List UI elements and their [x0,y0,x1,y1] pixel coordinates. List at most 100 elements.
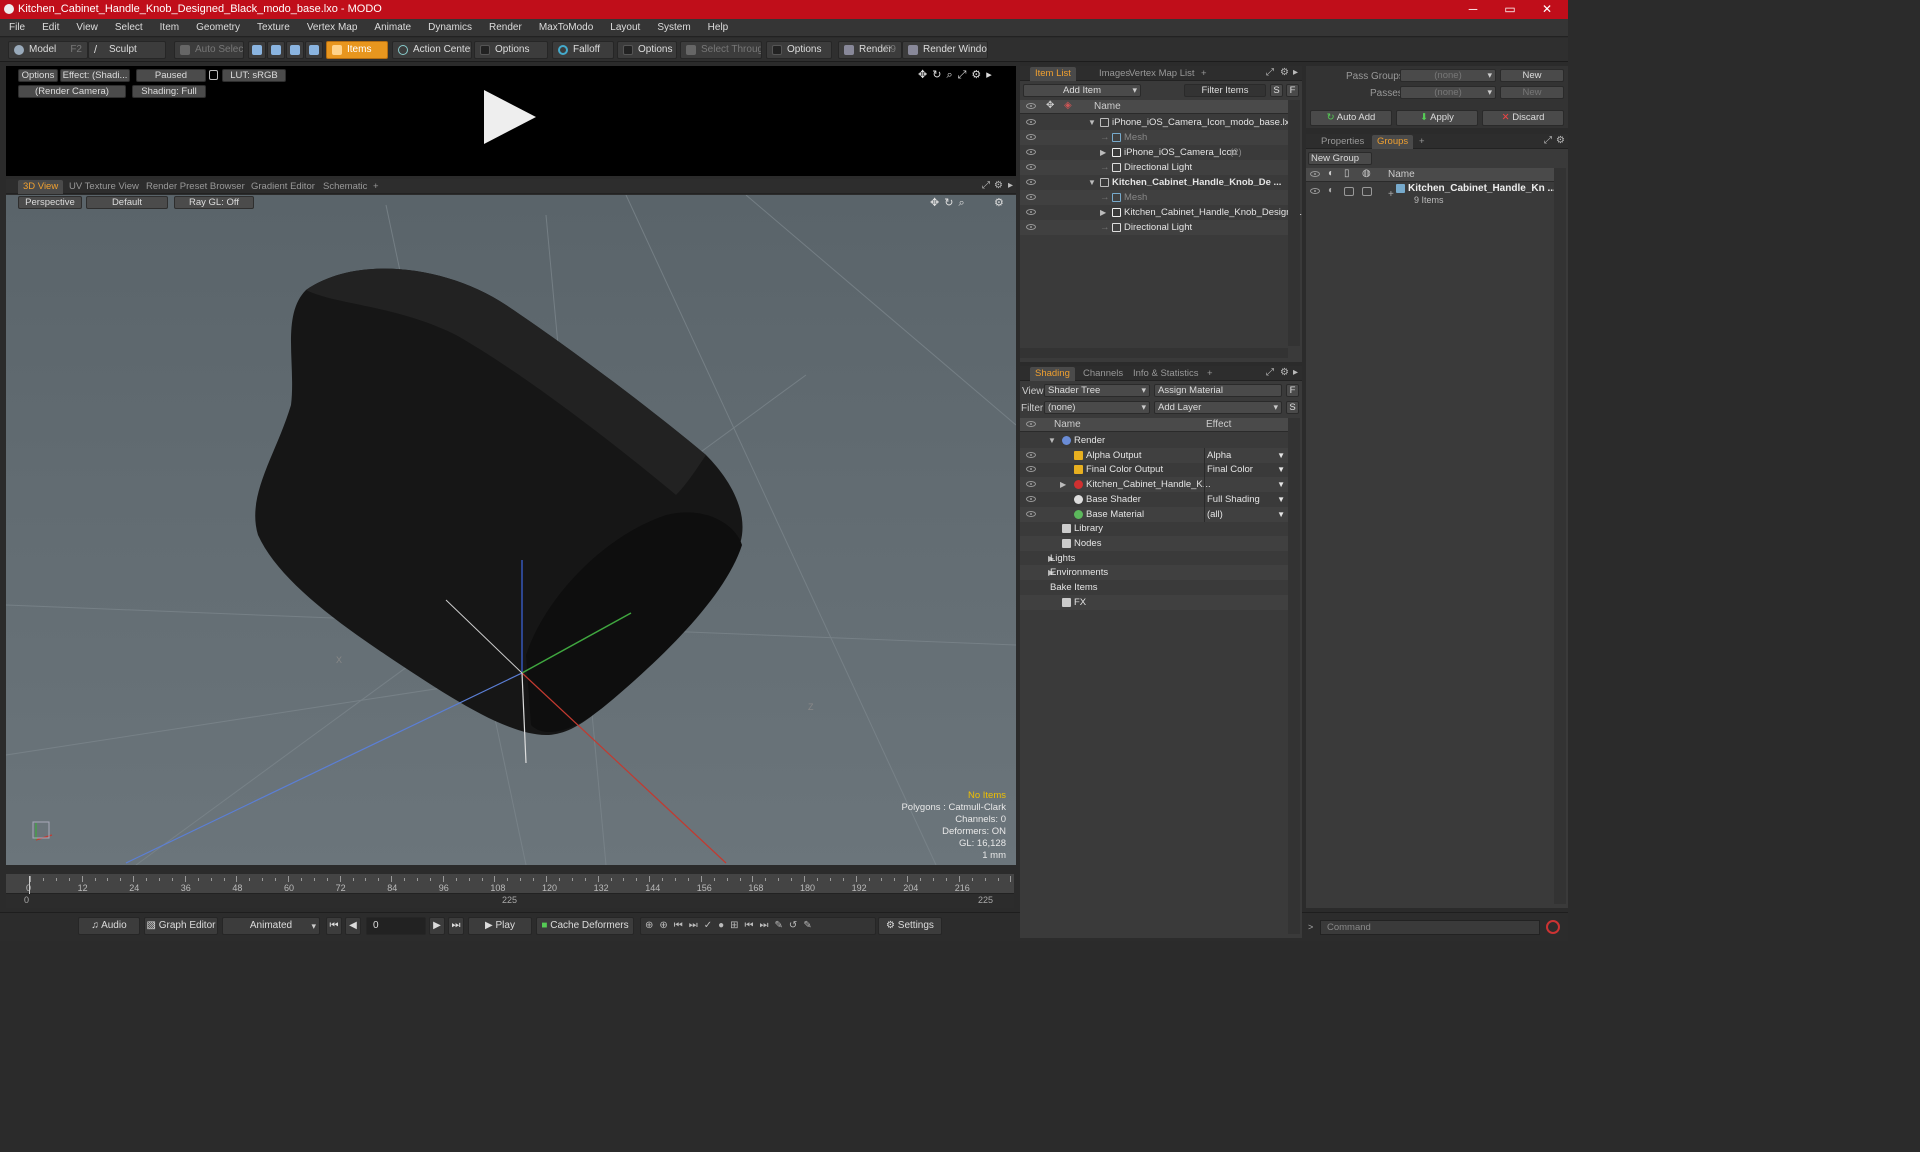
gear-icon[interactable]: ⚙ [994,180,1003,191]
eye-icon[interactable] [1026,481,1036,488]
tree-row[interactable]: → Mesh [1020,130,1288,145]
new-pass-button[interactable]: New [1500,86,1564,99]
tab-shading[interactable]: Shading [1030,367,1075,381]
sculpt-mode-button[interactable]: / Sculpt [88,41,166,59]
menu-animate[interactable]: Animate [365,19,419,37]
action-center-button[interactable]: Action Center [392,41,472,59]
eye-icon[interactable] [1310,188,1320,194]
expand-arrow-icon[interactable]: ▶ [1100,145,1106,160]
auto-select-button[interactable]: Auto Select [174,41,244,59]
eye-icon[interactable] [1026,495,1036,502]
shader-row[interactable]: Nodes [1020,535,1288,551]
shader-tree[interactable]: ▼ Render Alpha Output Alpha ▼ Final Color Out… [1020,433,1288,933]
panel-menu-icon[interactable]: ▸ [1293,67,1298,78]
polygons-mode-button[interactable] [286,41,304,59]
auto-add-button[interactable]: ↻ Auto Add [1310,110,1392,126]
shader-row[interactable]: Base Material (all) ▼ [1020,506,1288,522]
lock-toggle-icon[interactable] [1344,187,1354,196]
effect-dropdown[interactable]: Alpha ▼ [1204,447,1288,463]
effect-dropdown[interactable]: (all) ▼ [1204,506,1288,522]
eye-icon[interactable] [1026,224,1036,230]
graph-editor-button[interactable]: ▧ Graph Editor [144,917,218,935]
maximize-panel-icon[interactable]: ⤢ [1544,135,1552,146]
tree-row[interactable]: → Directional Light [1020,220,1288,235]
key-controls[interactable]: ⊕⊕⏮⏭✓●⊞⏮⏭✎↺✎ [640,917,876,935]
preview-shading-dropdown[interactable]: Shading: Full [132,85,206,98]
raygl-dropdown[interactable]: Ray GL: Off [174,196,254,209]
preview-paused-button[interactable]: Paused [136,69,206,82]
add-tab-button[interactable]: + [1202,367,1218,381]
tab-info-statistics[interactable]: Info & Statistics [1128,367,1203,381]
discard-button[interactable]: ✕ Discard [1482,110,1564,126]
shader-row[interactable]: Base Shader Full Shading ▼ [1020,491,1288,507]
tree-row[interactable]: ▶ iPhone_iOS_Camera_Icon (2) [1020,145,1288,160]
effect-dropdown[interactable]: ▼ [1204,477,1288,493]
rotate-view-icon[interactable]: ↻ [932,69,946,81]
passes-dropdown[interactable]: (none) [1400,86,1496,99]
preview-camera-dropdown[interactable]: (Render Camera) [18,85,126,98]
shading-f-button[interactable]: F [1286,384,1299,397]
expand-arrow-icon[interactable]: ▶ [1060,477,1066,492]
perspective-dropdown[interactable]: Perspective [18,196,82,209]
gear-icon[interactable]: ⚙ [994,196,1004,209]
collapse-arrow-icon[interactable]: ▼ [1048,433,1056,448]
eye-icon[interactable] [1026,119,1036,125]
item-list-hscrollbar[interactable] [1020,348,1288,358]
gear-icon[interactable]: ⚙ [1280,67,1289,78]
maximize-panel-icon[interactable]: ⤢ [1266,367,1274,378]
render-toggle-icon[interactable]: ◐ [1328,185,1334,196]
zoom-view-icon[interactable]: ⌕ [946,69,957,81]
play-button[interactable]: ▶ Play [468,917,532,935]
apply-button[interactable]: ⬇ Apply [1396,110,1478,126]
new-pass-group-button[interactable]: New [1500,69,1564,82]
gear-icon[interactable]: ⚙ [971,69,986,81]
select-options-button[interactable]: Options [766,41,832,59]
filter-dropdown[interactable]: (none) [1044,401,1150,414]
menu-view[interactable]: View [67,19,106,37]
settings-button[interactable]: ⚙ Settings [878,917,942,935]
eye-icon[interactable] [1026,134,1036,140]
lock-icon[interactable] [209,70,218,80]
eye-icon[interactable] [1026,194,1036,200]
eye-icon[interactable] [1026,149,1036,155]
falloff-options-button[interactable]: Options [617,41,677,59]
eye-icon[interactable] [1026,179,1036,185]
audio-button[interactable]: ♫ Audio [78,917,140,935]
maximize-view-icon[interactable]: ⤢ [958,69,972,81]
shader-row[interactable]: ▶ Environments [1020,565,1288,581]
tree-row[interactable]: ▼ Kitchen_Cabinet_Handle_Knob_De ... [1020,175,1288,190]
tab-3d-view[interactable]: 3D View [18,180,64,194]
shading-s-button[interactable]: S [1286,401,1299,414]
add-tab-button[interactable]: + [1196,67,1212,81]
record-icon[interactable] [1546,920,1560,934]
maximize-button[interactable]: ▭ [1491,0,1529,19]
filter-s-button[interactable]: S [1270,84,1283,97]
shader-row[interactable]: ▼ Render [1020,433,1288,448]
model-mode-button[interactable]: Model F2 [8,41,88,59]
step-forward-button[interactable]: ▶ [429,917,445,935]
cache-deformers-button[interactable]: ■ Cache Deformers [536,917,634,935]
animated-dropdown[interactable]: Animated [222,917,320,935]
collapse-arrow-icon[interactable]: ▼ [1088,115,1096,130]
filter-f-button[interactable]: F [1286,84,1299,97]
gear-icon[interactable]: ⚙ [1556,135,1565,146]
group-row[interactable]: ◐ + Kitchen_Cabinet_Handle_Kn ... 9 Item… [1306,183,1556,209]
tree-row[interactable]: → Mesh [1020,190,1288,205]
add-tab-button[interactable]: + [1414,135,1430,149]
menu-edit[interactable]: Edit [33,19,67,37]
step-back-button[interactable]: ◀ [345,917,361,935]
gear-icon[interactable]: ⚙ [1280,367,1289,378]
view-dropdown[interactable]: Shader Tree [1044,384,1150,397]
tree-row[interactable]: → Directional Light [1020,160,1288,175]
tab-properties[interactable]: Properties [1316,135,1369,149]
preview-effect-dropdown[interactable]: Effect: (Shadi... [60,69,130,82]
menu-item[interactable]: Item [151,19,187,37]
menu-help[interactable]: Help [699,19,737,37]
zoom-view-icon[interactable]: ⌕ [958,197,969,209]
select-toggle-icon[interactable] [1362,187,1372,196]
maximize-panel-icon[interactable]: ⤢ [1266,67,1274,78]
tree-row[interactable]: ▶ Kitchen_Cabinet_Handle_Knob_Design ... [1020,205,1302,220]
add-tab-button[interactable]: + [368,180,384,194]
render-button[interactable]: Render F9 [838,41,902,59]
tab-vertex-map-list[interactable]: Vertex Map List [1124,67,1199,81]
